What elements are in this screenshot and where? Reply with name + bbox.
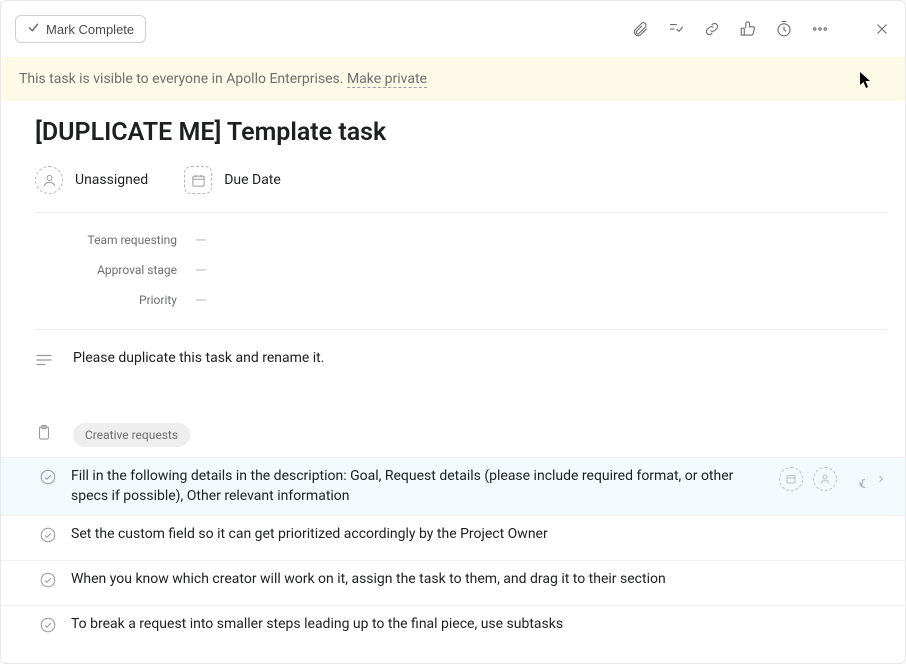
description-icon <box>35 350 53 371</box>
visibility-banner: This task is visible to everyone in Apol… <box>1 57 905 101</box>
projects-row: Creative requests <box>35 415 887 457</box>
close-icon[interactable] <box>873 20 891 38</box>
subtask-row[interactable]: To break a request into smaller steps le… <box>1 605 905 650</box>
copy-link-icon[interactable] <box>703 20 721 38</box>
subtask-text: Fill in the following details in the des… <box>71 467 765 506</box>
subtask-row[interactable]: Fill in the following details in the des… <box>1 457 905 515</box>
task-meta-row: Unassigned Due Date <box>35 162 887 213</box>
subtask-check-icon[interactable] <box>39 616 57 641</box>
mini-calendar-icon[interactable] <box>779 467 803 491</box>
field-label: Priority <box>35 293 195 307</box>
toolbar-actions <box>631 20 891 38</box>
mark-complete-button[interactable]: Mark Complete <box>15 15 146 43</box>
field-label: Team requesting <box>35 233 195 247</box>
mark-complete-label: Mark Complete <box>46 22 134 37</box>
banner-org: Apollo Enterprises <box>226 71 340 87</box>
subtask-check-icon[interactable] <box>39 571 57 596</box>
person-icon <box>35 166 63 194</box>
subtask-check-icon[interactable] <box>39 468 57 493</box>
subtask-text: Set the custom field so it can get prior… <box>71 525 887 545</box>
due-date-label: Due Date <box>224 172 281 188</box>
like-icon[interactable] <box>739 20 757 38</box>
subtask-row[interactable]: Set the custom field so it can get prior… <box>1 515 905 560</box>
mini-person-icon[interactable] <box>813 467 837 491</box>
clipboard-icon <box>35 424 53 446</box>
due-date-field[interactable]: Due Date <box>184 166 281 194</box>
field-value[interactable]: — <box>195 293 207 308</box>
field-value[interactable]: — <box>195 263 207 278</box>
field-row: Priority — <box>35 285 887 315</box>
timer-icon[interactable] <box>775 20 793 38</box>
assignee-label: Unassigned <box>75 172 148 188</box>
subtask-list: Fill in the following details in the des… <box>1 457 905 649</box>
check-icon <box>27 21 40 37</box>
subtask-row[interactable]: When you know which creator will work on… <box>1 560 905 605</box>
assignee-field[interactable]: Unassigned <box>35 166 148 194</box>
task-title[interactable]: [DUPLICATE ME] Template task <box>35 101 887 162</box>
task-toolbar: Mark Complete <box>1 1 905 57</box>
activity-entry: Daniela Vargas created this task. Jun 25 <box>35 649 887 664</box>
field-row: Team requesting — <box>35 225 887 255</box>
project-pill[interactable]: Creative requests <box>73 423 190 447</box>
description-row: Please duplicate this task and rename it… <box>35 330 887 415</box>
field-value[interactable]: — <box>195 233 207 248</box>
attachment-icon[interactable] <box>631 20 649 38</box>
description-text[interactable]: Please duplicate this task and rename it… <box>73 350 887 366</box>
calendar-icon <box>184 166 212 194</box>
make-private-link[interactable]: Make private <box>347 71 427 88</box>
chevron-right-icon[interactable] <box>875 473 887 485</box>
subtasks-icon[interactable] <box>667 20 685 38</box>
subtask-text: When you know which creator will work on… <box>71 570 887 590</box>
banner-prefix: This task is visible to everyone in <box>19 71 226 87</box>
field-label: Approval stage <box>35 263 195 277</box>
custom-fields: Team requesting — Approval stage — Prior… <box>35 213 887 330</box>
more-actions-icon[interactable] <box>811 20 829 38</box>
comment-icon[interactable] <box>847 470 865 488</box>
field-row: Approval stage — <box>35 255 887 285</box>
subtask-text: To break a request into smaller steps le… <box>71 615 887 635</box>
banner-suffix: . <box>340 71 347 87</box>
subtask-trailing <box>779 467 887 491</box>
subtask-check-icon[interactable] <box>39 526 57 551</box>
